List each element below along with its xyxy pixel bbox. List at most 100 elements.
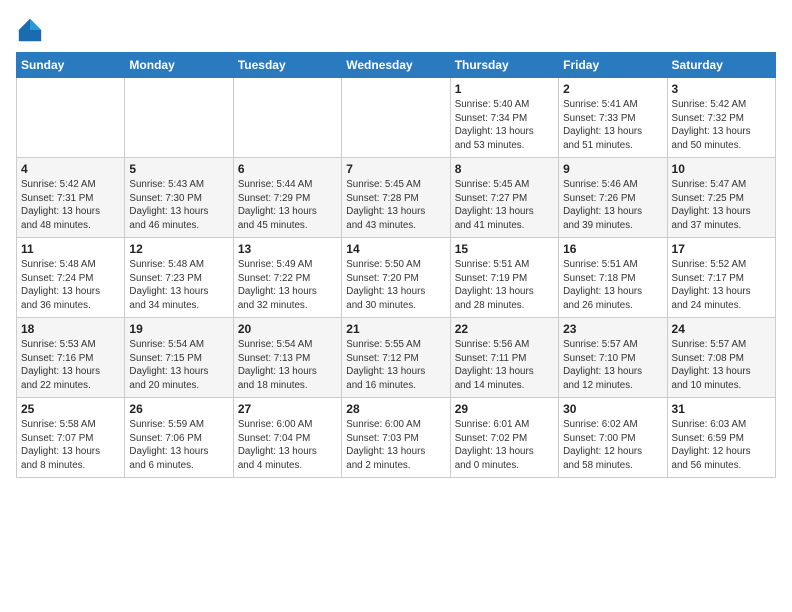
day-number: 23	[563, 322, 662, 336]
day-info: Sunrise: 5:47 AM Sunset: 7:25 PM Dayligh…	[672, 178, 771, 233]
day-number: 20	[238, 322, 337, 336]
calendar-cell	[125, 78, 233, 158]
day-number: 5	[129, 162, 228, 176]
calendar-cell: 10 Sunrise: 5:47 AM Sunset: 7:25 PM Dayli…	[667, 158, 775, 238]
calendar-cell: 25 Sunrise: 5:58 AM Sunset: 7:07 PM Dayli…	[17, 398, 125, 478]
day-info: Sunrise: 6:01 AM Sunset: 7:02 PM Dayligh…	[455, 418, 554, 473]
calendar-week-row: 1Sunrise: 5:40 AM Sunset: 7:34 PM Daylig…	[17, 78, 776, 158]
calendar-cell: 5 Sunrise: 5:43 AM Sunset: 7:30 PM Daylig…	[125, 158, 233, 238]
day-info: Sunrise: 5:52 AM Sunset: 7:17 PM Dayligh…	[672, 258, 771, 313]
day-number: 15	[455, 242, 554, 256]
day-number: 3	[672, 82, 771, 96]
weekday-header: Tuesday	[233, 53, 341, 78]
day-number: 30	[563, 402, 662, 416]
weekday-header: Monday	[125, 53, 233, 78]
day-info: Sunrise: 5:42 AM Sunset: 7:31 PM Dayligh…	[21, 178, 120, 233]
day-number: 26	[129, 402, 228, 416]
calendar-cell: 22 Sunrise: 5:56 AM Sunset: 7:11 PM Dayli…	[450, 318, 558, 398]
calendar-cell: 13 Sunrise: 5:49 AM Sunset: 7:22 PM Dayli…	[233, 238, 341, 318]
calendar-header: SundayMondayTuesdayWednesdayThursdayFrid…	[17, 53, 776, 78]
day-number: 18	[21, 322, 120, 336]
calendar-cell: 27 Sunrise: 6:00 AM Sunset: 7:04 PM Dayli…	[233, 398, 341, 478]
day-info: Sunrise: 5:43 AM Sunset: 7:30 PM Dayligh…	[129, 178, 228, 233]
day-number: 11	[21, 242, 120, 256]
weekday-header: Saturday	[667, 53, 775, 78]
calendar-week-row: 18Sunrise: 5:53 AM Sunset: 7:16 PM Dayli…	[17, 318, 776, 398]
day-info: Sunrise: 5:49 AM Sunset: 7:22 PM Dayligh…	[238, 258, 337, 313]
day-info: Sunrise: 6:00 AM Sunset: 7:03 PM Dayligh…	[346, 418, 445, 473]
day-info: Sunrise: 5:41 AM Sunset: 7:33 PM Dayligh…	[563, 98, 662, 153]
calendar-table: SundayMondayTuesdayWednesdayThursdayFrid…	[16, 52, 776, 478]
calendar-cell: 17 Sunrise: 5:52 AM Sunset: 7:17 PM Dayli…	[667, 238, 775, 318]
day-number: 22	[455, 322, 554, 336]
day-number: 10	[672, 162, 771, 176]
day-info: Sunrise: 5:50 AM Sunset: 7:20 PM Dayligh…	[346, 258, 445, 313]
day-info: Sunrise: 5:57 AM Sunset: 7:08 PM Dayligh…	[672, 338, 771, 393]
calendar-cell: 24 Sunrise: 5:57 AM Sunset: 7:08 PM Dayli…	[667, 318, 775, 398]
day-number: 4	[21, 162, 120, 176]
weekday-header: Thursday	[450, 53, 558, 78]
calendar-week-row: 11 Sunrise: 5:48 AM Sunset: 7:24 PM Dayli…	[17, 238, 776, 318]
day-info: Sunrise: 5:46 AM Sunset: 7:26 PM Dayligh…	[563, 178, 662, 233]
day-number: 27	[238, 402, 337, 416]
day-info: Sunrise: 6:02 AM Sunset: 7:00 PM Dayligh…	[563, 418, 662, 473]
calendar-cell: 9 Sunrise: 5:46 AM Sunset: 7:26 PM Daylig…	[559, 158, 667, 238]
day-number: 13	[238, 242, 337, 256]
day-number: 17	[672, 242, 771, 256]
calendar-cell: 7 Sunrise: 5:45 AM Sunset: 7:28 PM Daylig…	[342, 158, 450, 238]
day-info: Sunrise: 5:59 AM Sunset: 7:06 PM Dayligh…	[129, 418, 228, 473]
day-info: Sunrise: 5:48 AM Sunset: 7:24 PM Dayligh…	[21, 258, 120, 313]
day-number: 14	[346, 242, 445, 256]
logo-icon	[16, 16, 44, 44]
day-info: Sunrise: 5:55 AM Sunset: 7:12 PM Dayligh…	[346, 338, 445, 393]
calendar-cell: 6 Sunrise: 5:44 AM Sunset: 7:29 PM Daylig…	[233, 158, 341, 238]
day-number: 25	[21, 402, 120, 416]
day-number: 21	[346, 322, 445, 336]
calendar-cell: 14 Sunrise: 5:50 AM Sunset: 7:20 PM Dayli…	[342, 238, 450, 318]
calendar-cell: 30 Sunrise: 6:02 AM Sunset: 7:00 PM Dayli…	[559, 398, 667, 478]
page-header	[16, 16, 776, 44]
day-number: 16	[563, 242, 662, 256]
calendar-body: 1Sunrise: 5:40 AM Sunset: 7:34 PM Daylig…	[17, 78, 776, 478]
day-info: Sunrise: 5:44 AM Sunset: 7:29 PM Dayligh…	[238, 178, 337, 233]
day-number: 29	[455, 402, 554, 416]
day-number: 8	[455, 162, 554, 176]
day-number: 7	[346, 162, 445, 176]
day-info: Sunrise: 5:51 AM Sunset: 7:18 PM Dayligh…	[563, 258, 662, 313]
calendar-cell: 20 Sunrise: 5:54 AM Sunset: 7:13 PM Dayli…	[233, 318, 341, 398]
day-number: 12	[129, 242, 228, 256]
calendar-cell: 1Sunrise: 5:40 AM Sunset: 7:34 PM Daylig…	[450, 78, 558, 158]
calendar-cell	[233, 78, 341, 158]
day-info: Sunrise: 5:54 AM Sunset: 7:13 PM Dayligh…	[238, 338, 337, 393]
day-info: Sunrise: 5:45 AM Sunset: 7:27 PM Dayligh…	[455, 178, 554, 233]
day-number: 2	[563, 82, 662, 96]
weekday-header: Friday	[559, 53, 667, 78]
weekday-header: Sunday	[17, 53, 125, 78]
day-number: 9	[563, 162, 662, 176]
calendar-cell: 15Sunrise: 5:51 AM Sunset: 7:19 PM Dayli…	[450, 238, 558, 318]
calendar-cell	[17, 78, 125, 158]
day-info: Sunrise: 6:03 AM Sunset: 6:59 PM Dayligh…	[672, 418, 771, 473]
calendar-cell: 8 Sunrise: 5:45 AM Sunset: 7:27 PM Daylig…	[450, 158, 558, 238]
day-number: 31	[672, 402, 771, 416]
calendar-cell: 21 Sunrise: 5:55 AM Sunset: 7:12 PM Dayli…	[342, 318, 450, 398]
weekday-header: Wednesday	[342, 53, 450, 78]
day-info: Sunrise: 5:58 AM Sunset: 7:07 PM Dayligh…	[21, 418, 120, 473]
day-info: Sunrise: 5:48 AM Sunset: 7:23 PM Dayligh…	[129, 258, 228, 313]
day-info: Sunrise: 5:56 AM Sunset: 7:11 PM Dayligh…	[455, 338, 554, 393]
calendar-cell: 23Sunrise: 5:57 AM Sunset: 7:10 PM Dayli…	[559, 318, 667, 398]
day-number: 6	[238, 162, 337, 176]
calendar-cell: 12 Sunrise: 5:48 AM Sunset: 7:23 PM Dayli…	[125, 238, 233, 318]
calendar-cell: 2 Sunrise: 5:41 AM Sunset: 7:33 PM Daylig…	[559, 78, 667, 158]
calendar-cell: 28 Sunrise: 6:00 AM Sunset: 7:03 PM Dayli…	[342, 398, 450, 478]
calendar-week-row: 25 Sunrise: 5:58 AM Sunset: 7:07 PM Dayli…	[17, 398, 776, 478]
calendar-cell: 19Sunrise: 5:54 AM Sunset: 7:15 PM Dayli…	[125, 318, 233, 398]
day-number: 24	[672, 322, 771, 336]
calendar-cell: 11 Sunrise: 5:48 AM Sunset: 7:24 PM Dayli…	[17, 238, 125, 318]
day-info: Sunrise: 5:45 AM Sunset: 7:28 PM Dayligh…	[346, 178, 445, 233]
calendar-cell: 18Sunrise: 5:53 AM Sunset: 7:16 PM Dayli…	[17, 318, 125, 398]
day-number: 19	[129, 322, 228, 336]
day-number: 28	[346, 402, 445, 416]
logo	[16, 16, 48, 44]
day-info: Sunrise: 6:00 AM Sunset: 7:04 PM Dayligh…	[238, 418, 337, 473]
